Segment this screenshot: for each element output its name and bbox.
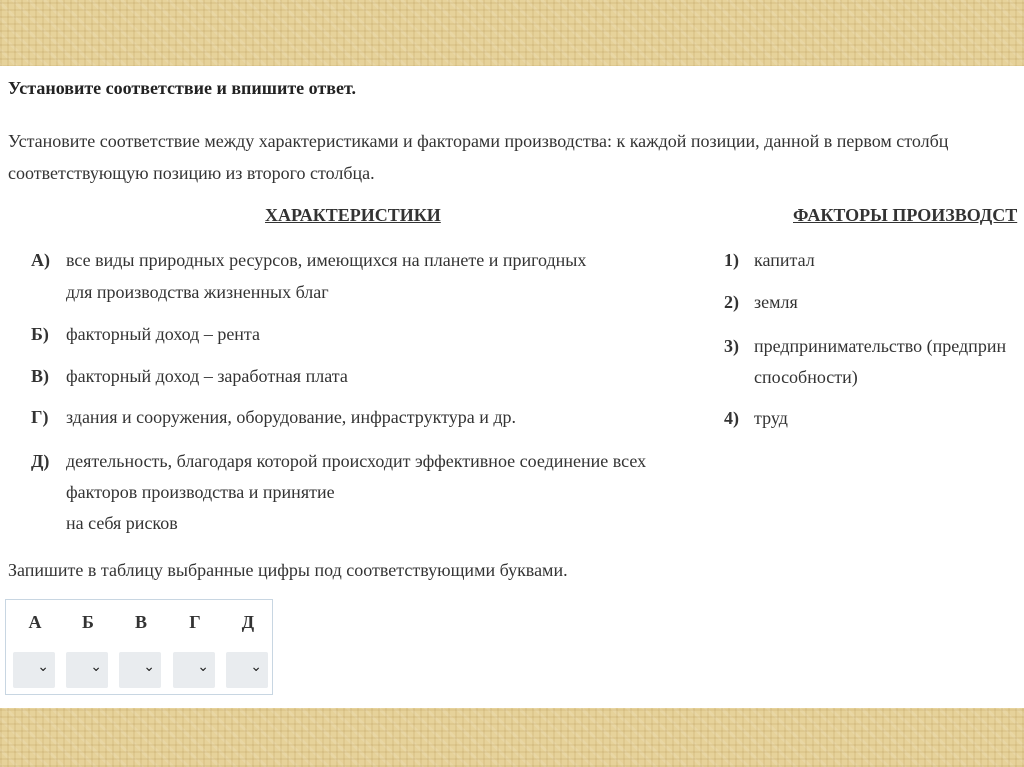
left-item-label-b: Б) <box>31 324 49 344</box>
answer-letter-a: А <box>28 612 42 632</box>
answer-letter-d: Д <box>241 612 255 632</box>
left-item-a-line-1: все виды природных ресурсов, имеющихся н… <box>66 250 587 270</box>
right-item-2-line-1: земля <box>754 292 798 312</box>
answer-table: А Б В Г Д ⌄ ⌄ ⌄ ⌄ ⌄ <box>5 599 273 695</box>
right-item-3-line-1: предпринимательство (предприн <box>754 336 1007 356</box>
answer-select-b[interactable]: ⌄ <box>66 652 108 688</box>
left-item-g-line-1: здания и сооружения, оборудование, инфра… <box>66 407 516 427</box>
task-intro-line-2: соответствующую позицию из второго столб… <box>8 163 375 183</box>
right-item-3-line-2: способности) <box>754 367 858 387</box>
answer-select-v[interactable]: ⌄ <box>119 652 161 688</box>
right-item-label-3: 3) <box>724 336 739 356</box>
answer-select-g[interactable]: ⌄ <box>173 652 215 688</box>
question-sheet: Установите соответствие и впишите ответ.… <box>0 66 1024 708</box>
task-title: Установите соответствие и впишите ответ. <box>8 78 356 98</box>
left-item-d-line-3: на себя рисков <box>66 513 178 533</box>
left-item-v-line-1: факторный доход – заработная плата <box>66 366 348 386</box>
answer-letter-b: Б <box>82 612 94 632</box>
right-item-label-4: 4) <box>724 408 739 428</box>
chevron-down-icon: ⌄ <box>197 659 209 675</box>
left-column-header: ХАРАКТЕРИСТИКИ <box>265 205 441 225</box>
answer-letter-g: Г <box>189 612 201 632</box>
right-item-label-1: 1) <box>724 250 739 270</box>
left-item-b-line-1: факторный доход – рента <box>66 324 261 344</box>
left-item-a-line-2: для производства жизненных благ <box>66 282 329 302</box>
right-item-label-2: 2) <box>724 292 739 312</box>
left-item-d-line-1: деятельность, благодаря которой происход… <box>66 451 647 471</box>
chevron-down-icon: ⌄ <box>250 659 262 675</box>
left-item-label-d: Д) <box>31 451 50 471</box>
chevron-down-icon: ⌄ <box>37 659 49 675</box>
right-item-1-line-1: капитал <box>754 250 815 270</box>
right-item-4-line-1: труд <box>754 408 788 428</box>
left-item-label-a: А) <box>31 250 50 270</box>
answer-instruction: Запишите в таблицу выбранные цифры под с… <box>8 560 568 580</box>
answer-select-d[interactable]: ⌄ <box>226 652 268 688</box>
answer-select-a[interactable]: ⌄ <box>13 652 55 688</box>
chevron-down-icon: ⌄ <box>143 659 155 675</box>
answer-letter-v: В <box>134 612 147 632</box>
left-item-label-g: Г) <box>31 407 49 427</box>
task-intro-line-1: Установите соответствие между характерис… <box>8 131 949 151</box>
right-column-header: ФАКТОРЫ ПРОИЗВОДСТ <box>793 205 1018 225</box>
left-item-d-line-2: факторов производства и принятие <box>66 482 335 502</box>
chevron-down-icon: ⌄ <box>90 659 102 675</box>
left-item-label-v: В) <box>31 366 49 386</box>
